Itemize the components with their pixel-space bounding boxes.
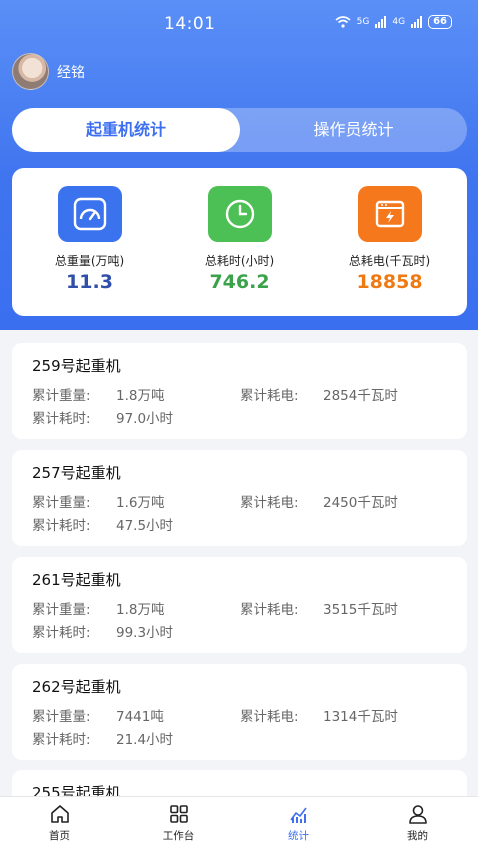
user-name: 经铭 — [57, 64, 85, 81]
stat-label: 总耗时(小时) — [204, 254, 275, 268]
stat-value: 18858 — [356, 271, 423, 293]
crane-title: 262号起重机 — [32, 678, 121, 696]
network-label-1: 5G — [356, 17, 370, 27]
time-value: 99.3小时 — [116, 625, 174, 641]
crane-card[interactable]: 259号起重机 累计重量: 1.8万吨 累计耗电: 2854千瓦时 累计耗时: … — [12, 343, 467, 439]
power-value: 3515千瓦时 — [323, 602, 398, 618]
bottom-tab-bar: 首页 工作台 统计 我的 — [0, 796, 478, 850]
time-label: 累计耗时: — [32, 518, 91, 534]
power-value: 2854千瓦时 — [323, 388, 398, 404]
time-label: 累计耗时: — [32, 732, 91, 748]
crane-title: 259号起重机 — [32, 357, 121, 375]
weight-label: 累计重量: — [32, 495, 91, 511]
weight-label: 累计重量: — [32, 709, 91, 725]
tab-crane-stats[interactable]: 起重机统计 — [12, 108, 240, 152]
crane-title: 257号起重机 — [32, 464, 121, 482]
crane-card[interactable]: 262号起重机 累计重量: 7441吨 累计耗电: 1314千瓦时 累计耗时: … — [12, 664, 467, 760]
weight-value: 1.8万吨 — [116, 388, 165, 404]
tab-statistics[interactable]: 统计 — [239, 803, 358, 843]
status-bar: 14:01 5G 4G 66 — [0, 0, 478, 46]
power-box-icon — [357, 186, 422, 242]
status-time: 14:01 — [164, 14, 216, 34]
power-label: 累计耗电: — [240, 602, 299, 618]
weight-value: 7441吨 — [116, 709, 164, 725]
power-label: 累计耗电: — [240, 709, 299, 725]
summary-card: 总重量(万吨) 11.3 总耗时(小时) 746.2 总耗电(千瓦时) 1885… — [12, 168, 467, 316]
tab-workbench[interactable]: 工作台 — [119, 803, 238, 843]
weight-label: 累计重量: — [32, 388, 91, 404]
user-info[interactable]: 经铭 — [12, 53, 85, 90]
power-label: 累计耗电: — [240, 495, 299, 511]
tab-label: 工作台 — [162, 830, 195, 842]
wifi-icon — [335, 16, 351, 28]
avatar[interactable] — [12, 53, 49, 90]
time-value: 21.4小时 — [116, 732, 174, 748]
tab-mine[interactable]: 我的 — [358, 803, 477, 843]
status-icons: 5G 4G 66 — [335, 15, 452, 29]
signal-icon — [375, 16, 387, 28]
signal-icon-2 — [411, 16, 423, 28]
power-label: 累计耗电: — [240, 388, 299, 404]
battery-icon: 66 — [428, 15, 452, 29]
stat-total-power: 总耗电(千瓦时) 18858 — [314, 186, 465, 293]
tab-label: 首页 — [49, 830, 70, 842]
stat-total-time: 总耗时(小时) 746.2 — [164, 186, 315, 293]
stat-value: 11.3 — [66, 271, 113, 293]
time-label: 累计耗时: — [32, 411, 91, 427]
clock-icon — [207, 186, 272, 242]
time-label: 累计耗时: — [32, 625, 91, 641]
weight-value: 1.6万吨 — [116, 495, 165, 511]
weight-value: 1.8万吨 — [116, 602, 165, 618]
tab-label: 我的 — [407, 830, 428, 842]
gauge-icon — [57, 186, 122, 242]
grid-icon — [169, 805, 188, 823]
power-value: 1314千瓦时 — [323, 709, 398, 725]
crane-card[interactable]: 257号起重机 累计重量: 1.6万吨 累计耗电: 2450千瓦时 累计耗时: … — [12, 450, 467, 546]
stat-label: 总重量(万吨) — [54, 254, 125, 268]
stats-segment-control: 起重机统计 操作员统计 — [12, 108, 467, 152]
tab-label: 统计 — [288, 830, 309, 842]
stat-total-weight: 总重量(万吨) 11.3 — [14, 186, 165, 293]
network-label-2: 4G — [392, 17, 406, 27]
stat-value: 746.2 — [209, 271, 270, 293]
weight-label: 累计重量: — [32, 602, 91, 618]
chart-icon — [289, 807, 307, 823]
tab-operator-stats[interactable]: 操作员统计 — [240, 108, 467, 152]
crane-title: 261号起重机 — [32, 571, 121, 589]
stat-label: 总耗电(千瓦时) — [348, 254, 431, 268]
user-icon — [408, 805, 427, 824]
home-icon — [50, 805, 69, 823]
time-value: 47.5小时 — [116, 518, 174, 534]
time-value: 97.0小时 — [116, 411, 174, 427]
tab-home[interactable]: 首页 — [0, 803, 119, 843]
crane-card[interactable]: 261号起重机 累计重量: 1.8万吨 累计耗电: 3515千瓦时 累计耗时: … — [12, 557, 467, 653]
power-value: 2450千瓦时 — [323, 495, 398, 511]
